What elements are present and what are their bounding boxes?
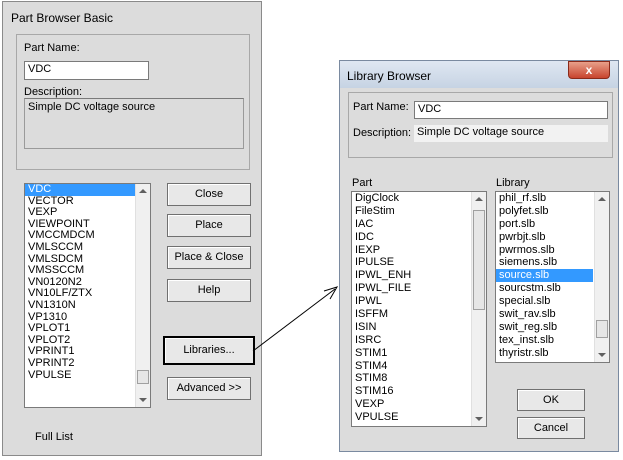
lib-part-name-label: Part Name: <box>353 101 409 113</box>
lib-part-list-item[interactable]: ISFFM <box>352 308 470 321</box>
library-list-item[interactable]: thyristr.slb <box>496 347 593 360</box>
lib-description-field: Simple DC voltage source <box>414 125 608 142</box>
lib-part-list-item[interactable]: IAC <box>352 218 470 231</box>
lib-description-label: Description: <box>353 127 412 139</box>
lib-part-list-item[interactable]: STIM1 <box>352 347 470 360</box>
lib-part-list-item[interactable]: STIM16 <box>352 385 470 398</box>
ok-button[interactable]: OK <box>517 389 585 411</box>
lib-part-list-item[interactable]: VEXP <box>352 398 470 411</box>
library-list-item[interactable]: swit_reg.slb <box>496 321 593 334</box>
library-list-item[interactable]: swit_rav.slb <box>496 308 593 321</box>
scroll-down-arrow-icon[interactable] <box>598 353 606 357</box>
library-list-item[interactable]: pwrbjt.slb <box>496 231 593 244</box>
arrow-line <box>252 288 336 352</box>
lib-parts-scrollbar[interactable] <box>471 192 486 426</box>
lib-part-list-item[interactable]: DigClock <box>352 192 470 205</box>
lib-part-list-item[interactable]: VPULSE <box>352 411 470 424</box>
library-browser-window: Library Browser x Part Name: VDC Descrip… <box>339 60 619 452</box>
scroll-thumb[interactable] <box>596 320 608 338</box>
library-list-item[interactable]: tex_inst.slb <box>496 334 593 347</box>
lib-part-list-item[interactable]: IPWL <box>352 295 470 308</box>
library-list-item[interactable]: siemens.slb <box>496 256 593 269</box>
lib-part-name-input[interactable]: VDC <box>414 101 608 119</box>
lib-part-list-item[interactable]: ISIN <box>352 321 470 334</box>
cancel-button[interactable]: Cancel <box>517 417 585 439</box>
library-list-label: Library <box>496 177 530 189</box>
library-browser-title: Library Browser <box>347 69 432 83</box>
library-list[interactable]: phil_rf.slb polyfet.slb port.slb pwrbjt.slb… <box>495 191 610 363</box>
library-list-item[interactable]: polyfet.slb <box>496 205 593 218</box>
lib-part-list-item[interactable]: STIM8 <box>352 372 470 385</box>
library-list-item[interactable]: port.slb <box>496 218 593 231</box>
library-list-item[interactable]: sourcstm.slb <box>496 282 593 295</box>
lib-parts-list[interactable]: DigClock FileStim IAC IDC IEXP IPULSE IPWL_ENH… <box>351 191 487 427</box>
lib-part-list-item[interactable]: FileStim <box>352 205 470 218</box>
scroll-down-arrow-icon[interactable] <box>475 417 483 421</box>
library-list-item[interactable]: phil_rf.slb <box>496 192 593 205</box>
close-window-icon[interactable]: x <box>568 61 610 79</box>
library-list-item[interactable]: special.slb <box>496 295 593 308</box>
lib-part-list-item[interactable]: IDC <box>352 231 470 244</box>
library-list-item[interactable]: source.slb <box>496 269 593 283</box>
scroll-up-arrow-icon[interactable] <box>598 197 606 201</box>
lib-part-list-item[interactable]: IEXP <box>352 244 470 257</box>
lib-part-list-item[interactable]: ISRC <box>352 334 470 347</box>
lib-part-list-item[interactable]: STIM4 <box>352 360 470 373</box>
scroll-thumb[interactable] <box>473 210 485 310</box>
part-list-label: Part <box>352 177 373 189</box>
library-list-item[interactable]: pwrmos.slb <box>496 244 593 257</box>
lib-part-list-item[interactable]: IPWL_FILE <box>352 282 470 295</box>
library-list-scrollbar[interactable] <box>594 192 609 362</box>
lib-part-list-item[interactable]: IPWL_ENH <box>352 269 470 282</box>
scroll-up-arrow-icon[interactable] <box>475 197 483 201</box>
lib-part-list-item[interactable]: IPULSE <box>352 256 470 269</box>
